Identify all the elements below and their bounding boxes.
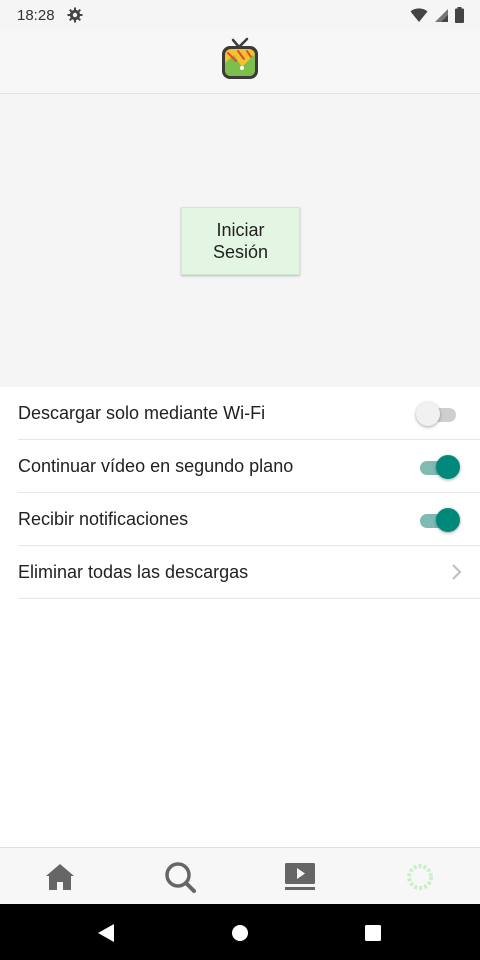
system-navigation-bar bbox=[0, 904, 480, 960]
status-time: 18:28 bbox=[17, 6, 55, 24]
status-bar: 18:28 bbox=[0, 0, 480, 30]
setting-label: Recibir notificaciones bbox=[18, 508, 189, 529]
setting-delete-downloads[interactable]: Eliminar todas las descargas bbox=[18, 546, 480, 599]
background-video-toggle[interactable] bbox=[420, 455, 460, 479]
login-section: Iniciar Sesión bbox=[0, 94, 480, 387]
search-icon[interactable] bbox=[163, 860, 197, 894]
chevron-right-icon bbox=[450, 563, 462, 581]
video-library-icon[interactable] bbox=[283, 860, 317, 894]
home-icon[interactable] bbox=[43, 860, 77, 894]
back-icon[interactable] bbox=[95, 922, 117, 944]
settings-active-icon[interactable] bbox=[403, 860, 437, 894]
app-header bbox=[0, 30, 480, 94]
wifi-only-toggle[interactable] bbox=[416, 402, 458, 426]
toggle-thumb bbox=[436, 455, 460, 479]
battery-icon bbox=[455, 7, 464, 27]
toggle-thumb bbox=[416, 402, 440, 426]
toggle-thumb bbox=[436, 508, 460, 532]
home-circle-icon[interactable] bbox=[229, 922, 251, 944]
notifications-toggle[interactable] bbox=[420, 508, 460, 532]
setting-label: Continuar vídeo en segundo plano bbox=[18, 455, 294, 476]
tv-logo-icon bbox=[220, 37, 260, 83]
bottom-navigation bbox=[0, 847, 480, 905]
gear-icon bbox=[67, 7, 83, 23]
login-button[interactable]: Iniciar Sesión bbox=[181, 207, 300, 275]
setting-label: Descargar solo mediante Wi-Fi bbox=[18, 402, 266, 423]
settings-list: Descargar solo mediante Wi-Fi Continuar … bbox=[0, 387, 480, 599]
signal-icon bbox=[434, 8, 449, 27]
setting-label: Eliminar todas las descargas bbox=[18, 561, 249, 582]
setting-background-video[interactable]: Continuar vídeo en segundo plano bbox=[18, 440, 480, 493]
recents-icon[interactable] bbox=[362, 922, 384, 944]
setting-wifi-only[interactable]: Descargar solo mediante Wi-Fi bbox=[18, 387, 480, 440]
wifi-icon bbox=[410, 7, 428, 27]
setting-notifications[interactable]: Recibir notificaciones bbox=[18, 493, 480, 546]
